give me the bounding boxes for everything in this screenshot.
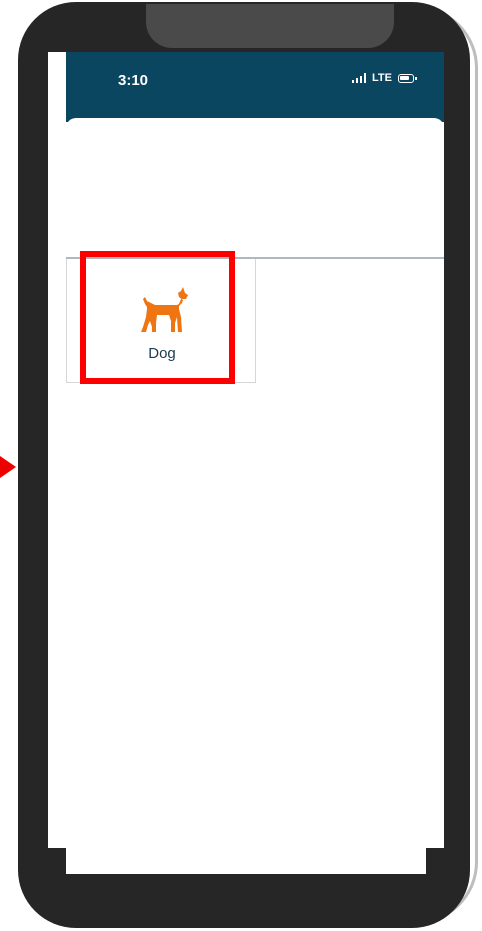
content-sheet <box>66 118 444 874</box>
signal-icon <box>352 73 367 83</box>
status-time: 3:10 <box>118 72 149 89</box>
network-label: LTE <box>372 72 392 84</box>
phone-screen: 3:10 LTE Dog <box>48 52 444 874</box>
screen-corner-left <box>48 848 66 874</box>
screen-corner-right <box>426 848 444 874</box>
status-indicators: LTE <box>352 72 417 84</box>
phone-notch <box>146 4 394 48</box>
stage: 3:10 LTE Dog <box>0 0 482 931</box>
status-bar: 3:10 LTE <box>66 52 444 122</box>
pointer-arrow-icon <box>0 456 16 478</box>
battery-icon <box>398 73 417 83</box>
highlight-box <box>80 251 235 384</box>
